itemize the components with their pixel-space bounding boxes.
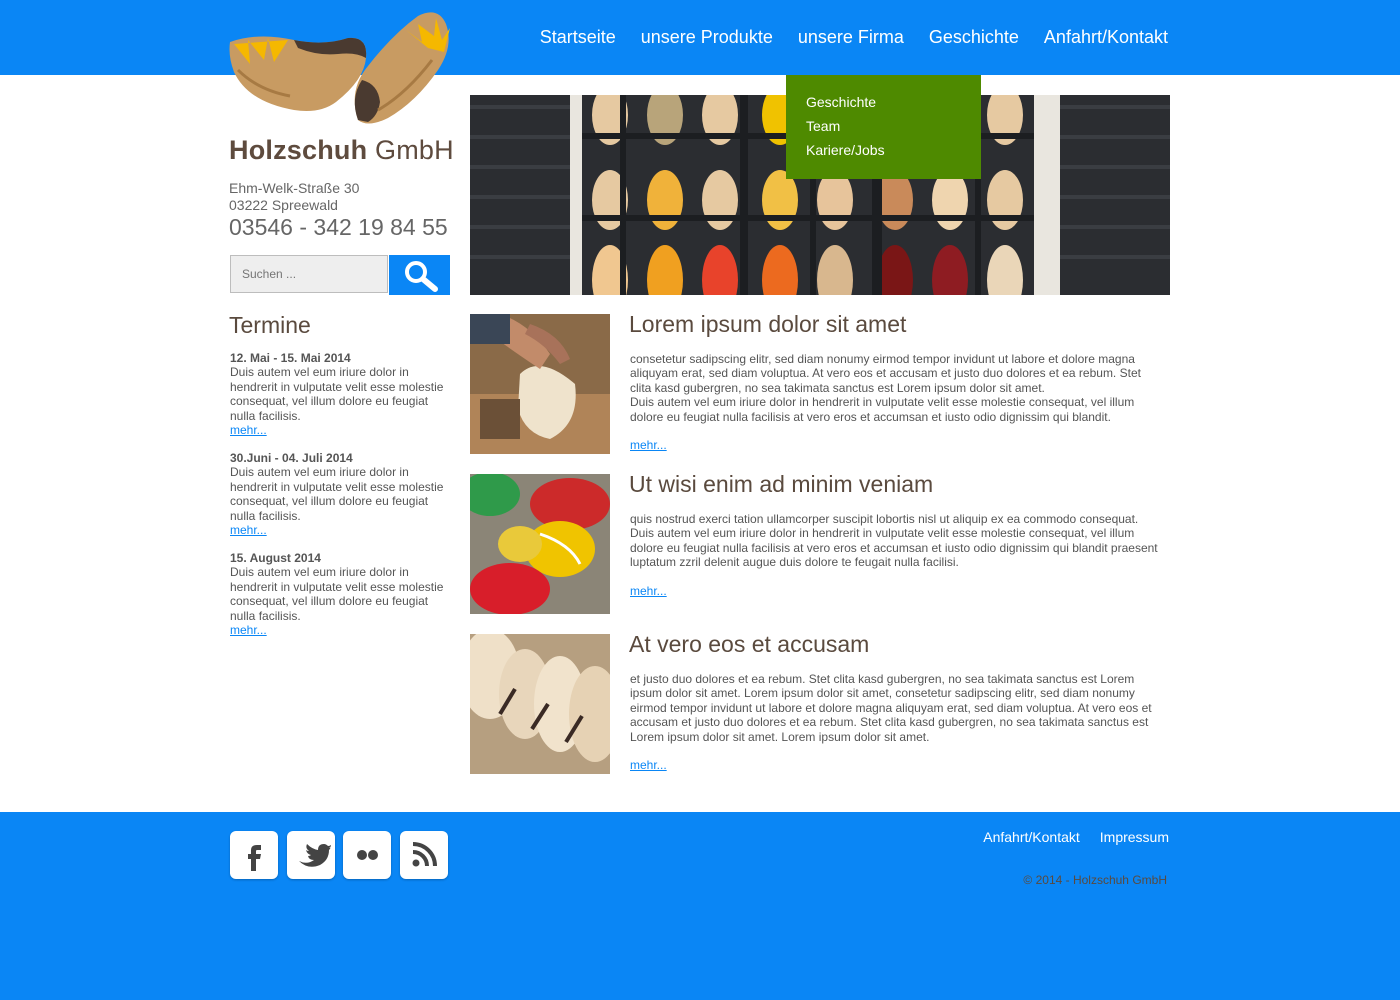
article-body: quis nostrud exerci tation ullamcorper s… <box>630 512 1165 570</box>
event-more-link[interactable]: mehr... <box>230 623 267 637</box>
article-paragraph: quis nostrud exerci tation ullamcorper s… <box>630 512 1158 570</box>
twitter-icon[interactable] <box>287 831 335 879</box>
article-title[interactable]: Lorem ipsum dolor sit amet <box>629 311 906 338</box>
article-more-link[interactable]: mehr... <box>630 758 667 772</box>
nav-item-firma[interactable]: unsere Firma <box>798 27 904 48</box>
firma-dropdown-menu: Geschichte Team Kariere/Jobs <box>786 75 981 179</box>
address-street: Ehm-Welk-Straße 30 <box>229 180 360 196</box>
nav-item-geschichte[interactable]: Geschichte <box>929 27 1019 48</box>
dropdown-item-team[interactable]: Team <box>806 118 840 134</box>
event-date: 12. Mai - 15. Mai 2014 <box>230 351 351 365</box>
footer <box>0 812 1400 1000</box>
nav-item-startseite[interactable]: Startseite <box>540 27 616 48</box>
termine-heading: Termine <box>229 312 311 338</box>
event-text: Duis autem vel eum iriure dolor in hendr… <box>230 365 444 423</box>
search-input[interactable] <box>230 255 388 293</box>
facebook-icon[interactable] <box>230 831 278 879</box>
article-paragraph: et justo duo dolores et ea rebum. Stet c… <box>630 672 1152 744</box>
address-block: Ehm-Welk-Straße 30 03222 Spreewald <box>229 180 359 214</box>
article-title[interactable]: Ut wisi enim ad minim veniam <box>629 471 933 498</box>
event-item: 30.Juni - 04. Juli 2014 Duis autem vel e… <box>230 451 455 537</box>
footer-link-impressum[interactable]: Impressum <box>1100 829 1169 845</box>
copyright: © 2014 - Holzschuh GmbH <box>1023 873 1167 887</box>
dropdown-item-geschichte[interactable]: Geschichte <box>806 94 876 110</box>
article-title[interactable]: At vero eos et accusam <box>629 631 869 658</box>
dropdown-item-jobs[interactable]: Kariere/Jobs <box>806 142 885 158</box>
search-button[interactable] <box>389 255 450 295</box>
article-image-carving[interactable] <box>470 314 610 454</box>
article-body: consetetur sadipscing elitr, sed diam no… <box>630 352 1165 424</box>
article-paragraph: Duis autem vel eum iriure dolor in hendr… <box>630 395 1135 424</box>
article-paragraph: consetetur sadipscing elitr, sed diam no… <box>630 352 1141 395</box>
nav-item-kontakt[interactable]: Anfahrt/Kontakt <box>1044 27 1168 48</box>
event-more-link[interactable]: mehr... <box>230 423 267 437</box>
rss-icon[interactable] <box>400 831 448 879</box>
article-image-colored-clogs[interactable] <box>470 474 610 614</box>
event-date: 30.Juni - 04. Juli 2014 <box>230 451 353 465</box>
event-text: Duis autem vel eum iriure dolor in hendr… <box>230 565 444 623</box>
nav-item-produkte[interactable]: unsere Produkte <box>641 27 773 48</box>
event-item: 12. Mai - 15. Mai 2014 Duis autem vel eu… <box>230 351 455 437</box>
magnifier-icon <box>405 261 438 292</box>
event-text: Duis autem vel eum iriure dolor in hendr… <box>230 465 444 523</box>
address-city: 03222 Spreewald <box>229 197 338 213</box>
event-item: 15. August 2014 Duis autem vel eum iriur… <box>230 551 455 637</box>
footer-link-kontakt[interactable]: Anfahrt/Kontakt <box>983 829 1080 845</box>
phone-number: 03546 - 342 19 84 55 <box>229 214 448 240</box>
main-nav: Startseite unsere Produkte unsere Firma … <box>540 27 1168 48</box>
article-more-link[interactable]: mehr... <box>630 584 667 598</box>
article-body: et justo duo dolores et ea rebum. Stet c… <box>630 672 1165 744</box>
flickr-icon[interactable] <box>343 831 391 879</box>
article-more-link[interactable]: mehr... <box>630 438 667 452</box>
article-image-raw-clogs[interactable] <box>470 634 610 774</box>
footer-links: Anfahrt/Kontakt Impressum <box>983 829 1169 845</box>
event-date: 15. August 2014 <box>230 551 321 565</box>
event-more-link[interactable]: mehr... <box>230 523 267 537</box>
brand-name: Holzschuh GmbH <box>229 135 454 165</box>
